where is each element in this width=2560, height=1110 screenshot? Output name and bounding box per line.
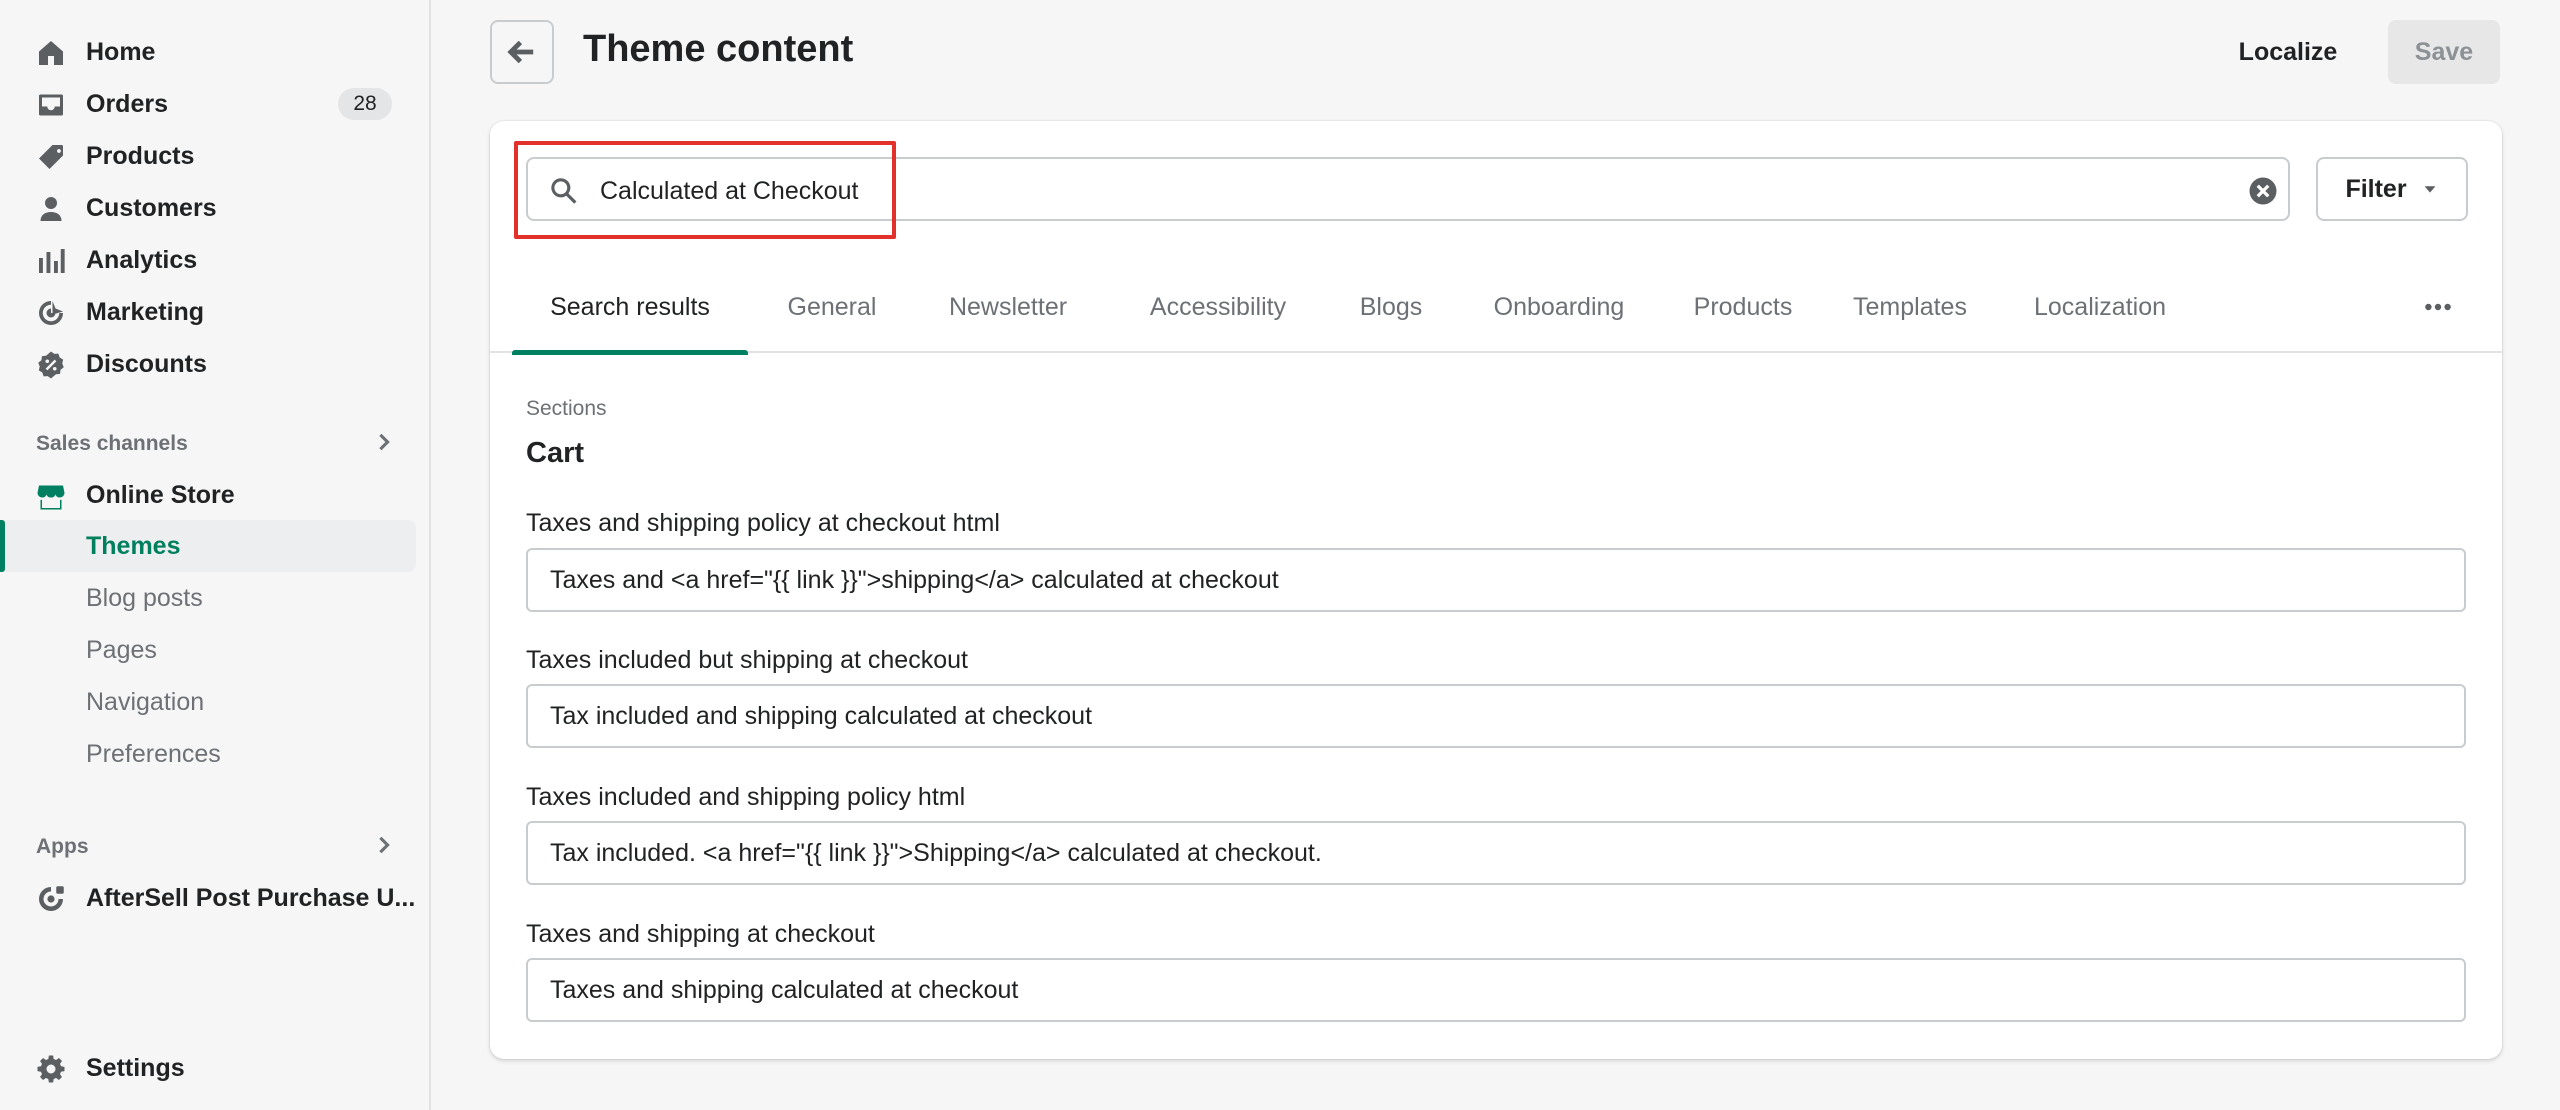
tab-templates[interactable]: Templates	[1832, 261, 1988, 353]
sidebar-item-label: Pages	[86, 635, 157, 664]
sidebar-item-label: Navigation	[86, 687, 205, 716]
tab-blogs[interactable]: Blogs	[1340, 261, 1442, 353]
sidebar-item-preferences[interactable]: Preferences	[0, 728, 416, 780]
sidebar-item-label: Customers	[86, 193, 217, 222]
tab-newsletter[interactable]: Newsletter	[918, 261, 1098, 353]
localize-button[interactable]: Localize	[2220, 20, 2356, 84]
store-icon	[36, 481, 66, 511]
field-label: Taxes included but shipping at checkout	[526, 646, 968, 674]
sidebar-item-online-store[interactable]: Online Store	[0, 469, 416, 521]
sidebar-item-label: Products	[86, 141, 195, 170]
tab-general[interactable]: General	[770, 261, 894, 353]
app-icon	[36, 884, 66, 914]
arrow-left-icon	[506, 36, 538, 68]
person-icon	[36, 194, 66, 224]
sidebar-item-marketing[interactable]: Marketing	[0, 286, 416, 338]
page-title: Theme content	[583, 28, 854, 70]
sidebar-item-label: Analytics	[86, 245, 198, 274]
search-input[interactable]: Calculated at Checkout	[526, 157, 2290, 221]
taxes-shipping-checkout-field[interactable]	[526, 958, 2466, 1022]
tab-search-results[interactable]: Search results	[512, 261, 748, 355]
sidebar-item-label: Orders	[86, 89, 168, 118]
field-label: Taxes included and shipping policy html	[526, 783, 966, 811]
section-group-label: Sections	[526, 397, 607, 420]
sidebar-item-navigation[interactable]: Navigation	[0, 676, 416, 728]
taxes-included-shipping-field[interactable]	[526, 684, 2466, 748]
tab-products[interactable]: Products	[1678, 261, 1808, 353]
sidebar-item-discounts[interactable]: Discounts	[0, 338, 416, 390]
tab-accessibility[interactable]: Accessibility	[1120, 261, 1316, 353]
tab-bar: Search results General Newsletter Access…	[490, 261, 2502, 355]
search-value[interactable]: Calculated at Checkout	[600, 177, 858, 206]
taxes-included-shipping-policy-html-field[interactable]	[526, 821, 2466, 885]
gear-icon	[36, 1054, 66, 1084]
sidebar-item-label: Themes	[86, 531, 181, 560]
sidebar-item-analytics[interactable]: Analytics	[0, 234, 416, 286]
section-title: Cart	[526, 437, 585, 469]
field-label: Taxes and shipping policy at checkout ht…	[526, 509, 1000, 537]
filter-label: Filter	[2345, 174, 2407, 203]
sidebar-item-home[interactable]: Home	[0, 26, 416, 78]
discount-icon	[36, 350, 66, 380]
save-button[interactable]: Save	[2388, 20, 2500, 84]
sidebar-item-label: Preferences	[86, 739, 221, 768]
more-tabs-button[interactable]	[2406, 261, 2470, 353]
sidebar-item-label: Home	[86, 37, 156, 66]
search-icon	[548, 175, 580, 207]
theme-content-card: Calculated at Checkout Filter Search res…	[490, 121, 2502, 1059]
sidebar-item-settings[interactable]: Settings	[0, 1042, 416, 1094]
sales-channels-heading[interactable]: Sales channels	[36, 424, 396, 464]
sidebar-item-blog-posts[interactable]: Blog posts	[0, 572, 416, 624]
chevron-right-icon	[372, 430, 396, 459]
sidebar-item-pages[interactable]: Pages	[0, 624, 416, 676]
more-horizontal-icon	[2422, 291, 2454, 323]
clear-search-icon[interactable]	[2248, 176, 2278, 206]
tab-localization[interactable]: Localization	[2012, 261, 2188, 353]
taxes-shipping-policy-html-field[interactable]	[526, 548, 2466, 612]
caret-down-icon	[2421, 180, 2439, 198]
apps-heading[interactable]: Apps	[36, 827, 396, 867]
sidebar-item-customers[interactable]: Customers	[0, 182, 416, 234]
filter-button[interactable]: Filter	[2316, 157, 2468, 221]
sidebar-item-label: Settings	[86, 1053, 185, 1082]
sidebar-item-label: AfterSell Post Purchase U...	[86, 883, 416, 912]
sidebar-item-label: Online Store	[86, 480, 235, 509]
inbox-icon	[36, 90, 66, 120]
sidebar-item-label: Blog posts	[86, 583, 203, 612]
sidebar-item-label: Discounts	[86, 349, 207, 378]
field-label: Taxes and shipping at checkout	[526, 920, 875, 948]
apps-label: Apps	[36, 835, 89, 858]
orders-count-badge: 28	[338, 88, 392, 120]
tag-icon	[36, 142, 66, 172]
sales-channels-label: Sales channels	[36, 432, 188, 455]
sidebar-item-themes[interactable]: Themes	[0, 520, 416, 572]
sidebar-item-orders[interactable]: Orders 28	[0, 78, 416, 130]
sidebar: Home Orders 28 Products Customers Analyt…	[0, 0, 431, 1110]
sidebar-item-aftersell[interactable]: AfterSell Post Purchase U...	[0, 872, 416, 924]
home-icon	[36, 38, 66, 68]
bar-chart-icon	[36, 246, 66, 276]
chevron-right-icon	[372, 833, 396, 862]
tab-onboarding[interactable]: Onboarding	[1464, 261, 1654, 353]
target-icon	[36, 298, 66, 328]
sidebar-item-products[interactable]: Products	[0, 130, 416, 182]
sidebar-item-label: Marketing	[86, 297, 205, 326]
back-button[interactable]	[490, 20, 554, 84]
